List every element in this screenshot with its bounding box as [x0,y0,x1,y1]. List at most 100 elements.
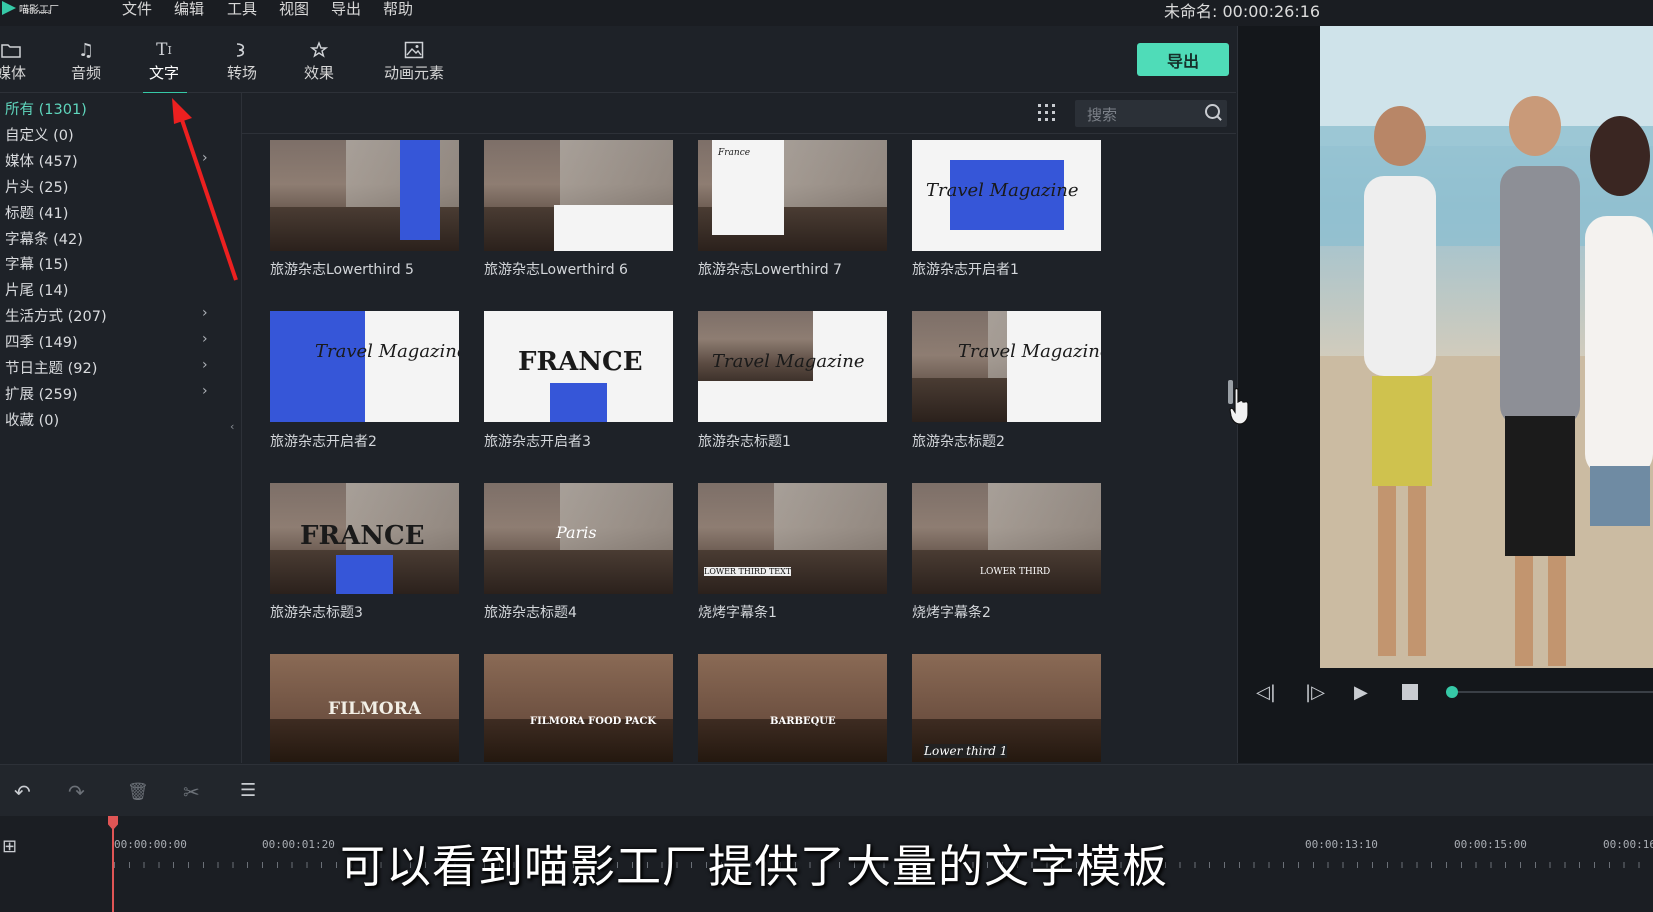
template-thumbnail[interactable]: Travel Magazine [912,140,1101,251]
sidebar-category[interactable]: 扩展 (259) [5,383,78,404]
template-overlay-text: Travel Magazine [315,341,459,362]
template-thumbnail[interactable]: France [698,140,887,251]
template-overlay-text: LOWER THIRD [980,567,1051,577]
template-thumbnail[interactable]: FILMORA FOOD PACK [484,654,673,762]
template-label: 旅游杂志Lowerthird 5 [270,262,414,278]
template-thumbnail[interactable] [484,140,673,251]
prev-frame-icon[interactable]: ◁| [1256,682,1276,703]
tab-media-label: 媒体 [0,64,27,82]
template-thumbnail[interactable]: FRANCE [270,483,459,594]
template-thumbnail[interactable]: BARBEQUE [698,654,887,762]
menu-export[interactable]: 导出 [331,0,361,19]
search-placeholder: 搜索 [1087,106,1118,124]
template-thumbnail[interactable]: LOWER THIRD [912,483,1101,594]
tab-elements[interactable]: 动画元素 [384,38,444,83]
menu-file[interactable]: 文件 [122,0,152,19]
chevron-right-icon[interactable]: › [202,383,208,399]
search-icon[interactable] [1205,104,1220,119]
project-title: 未命名: 00:00:26:16 [1164,2,1321,21]
menu-edit[interactable]: 编辑 [174,0,204,19]
template-overlay-text: Travel Magazine [712,351,865,372]
sidebar-category[interactable]: 字幕条 (42) [5,228,83,249]
tab-audio-label: 音频 [71,64,102,82]
template-label: 旅游杂志Lowerthird 7 [698,262,842,278]
template-thumbnail[interactable]: Paris [484,483,673,594]
tab-effects-label: 效果 [304,64,335,82]
tab-transition[interactable]: 转场 [227,38,257,83]
ruler-label: 00:00:00:00 [114,838,187,851]
template-overlay-text: FILMORA [328,699,421,719]
delete-icon[interactable]: 🗑 [127,782,149,802]
tab-text-label: 文字 [149,64,180,82]
template-overlay-text: FILMORA FOOD PACK [530,716,657,727]
template-label: 旅游杂志标题1 [698,434,791,450]
undo-icon[interactable]: ↶ [14,780,31,804]
template-thumbnail[interactable]: Lower third 1 [912,654,1101,762]
template-overlay-text: Lower third 1 [924,744,1008,758]
tab-elements-label: 动画元素 [384,64,445,82]
menu-view[interactable]: 视图 [279,0,309,19]
ruler-label: 00:00:16 [1603,838,1653,851]
template-label: 烧烤字幕条2 [912,605,991,621]
playback-seek-knob[interactable] [1446,686,1458,698]
sidebar-category[interactable]: 字幕 (15) [5,253,68,274]
effects-icon [310,38,328,62]
redo-icon[interactable]: ↷ [68,780,85,804]
hand-cursor-icon [1229,388,1249,425]
sidebar-category[interactable]: 节日主题 (92) [5,357,97,378]
preview-video [1320,26,1653,668]
sidebar-category[interactable]: 媒体 (457) [5,150,78,171]
cut-icon[interactable]: ✂ [183,780,200,804]
template-thumbnail[interactable] [270,140,459,251]
menu-tools[interactable]: 工具 [227,0,257,19]
template-label: 旅游杂志开启者2 [270,434,377,450]
chevron-right-icon[interactable]: › [202,305,208,321]
tab-transition-label: 转场 [227,64,258,82]
sidebar-category[interactable]: 标题 (41) [5,202,68,223]
play-icon[interactable]: ▶ [1354,682,1368,703]
collapse-sidebar-icon[interactable]: ‹ [230,420,234,433]
template-overlay-text: Travel Magazine [926,180,1079,201]
tab-audio[interactable]: ♫ 音频 [71,38,101,83]
ruler-label: 00:00:13:10 [1305,838,1378,851]
play-frame-icon[interactable]: |▷ [1305,682,1325,703]
template-thumbnail[interactable]: Travel Magazine [912,311,1101,422]
chevron-right-icon[interactable]: › [202,331,208,347]
sidebar-category[interactable]: 收藏 (0) [5,409,59,430]
logo-subtext: Filmora [26,8,52,16]
playhead[interactable] [112,818,114,912]
tab-effects[interactable]: 效果 [304,38,334,83]
template-label: 烧烤字幕条1 [698,605,777,621]
sidebar-category[interactable]: 所有 (1301) [5,98,87,119]
ruler-label: 00:00:15:00 [1454,838,1527,851]
menu-help[interactable]: 帮助 [383,0,413,19]
adjust-icon[interactable]: ☰ [240,780,256,801]
stop-icon[interactable] [1402,684,1418,700]
video-subtitle: 可以看到喵影工厂提供了大量的文字模板 [340,840,1169,893]
sidebar-category[interactable]: 四季 (149) [5,331,78,352]
grid-view-icon[interactable] [1038,104,1055,121]
template-thumbnail[interactable]: Travel Magazine [698,311,887,422]
template-thumbnail[interactable]: FRANCE [484,311,673,422]
template-overlay-text: Paris [556,523,597,542]
playback-progress-track[interactable] [1458,691,1653,693]
ruler-label: 00:00:01:20 [262,838,335,851]
export-button[interactable]: 导出 [1137,43,1229,76]
template-overlay-text: BARBEQUE [770,716,836,727]
sidebar-category[interactable]: 片头 (25) [5,176,68,197]
tab-text[interactable]: TI 文字 [149,38,179,83]
template-thumbnail[interactable]: Travel Magazine [270,311,459,422]
chevron-right-icon[interactable]: › [202,150,208,166]
sidebar-category[interactable]: 生活方式 (207) [5,305,107,326]
chevron-right-icon[interactable]: › [202,357,208,373]
sidebar-category[interactable]: 片尾 (14) [5,279,68,300]
template-thumbnail[interactable]: LOWER THIRD TEXT [698,483,887,594]
sidebar-category[interactable]: 自定义 (0) [5,124,74,145]
tab-media[interactable]: 媒体 [0,38,26,83]
template-label: 旅游杂志开启者3 [484,434,591,450]
transition-icon [233,38,251,62]
template-thumbnail[interactable]: FILMORA [270,654,459,762]
logo-mark-icon [2,1,16,15]
image-icon [404,38,424,62]
add-track-icon[interactable]: ⊞ [2,836,17,857]
